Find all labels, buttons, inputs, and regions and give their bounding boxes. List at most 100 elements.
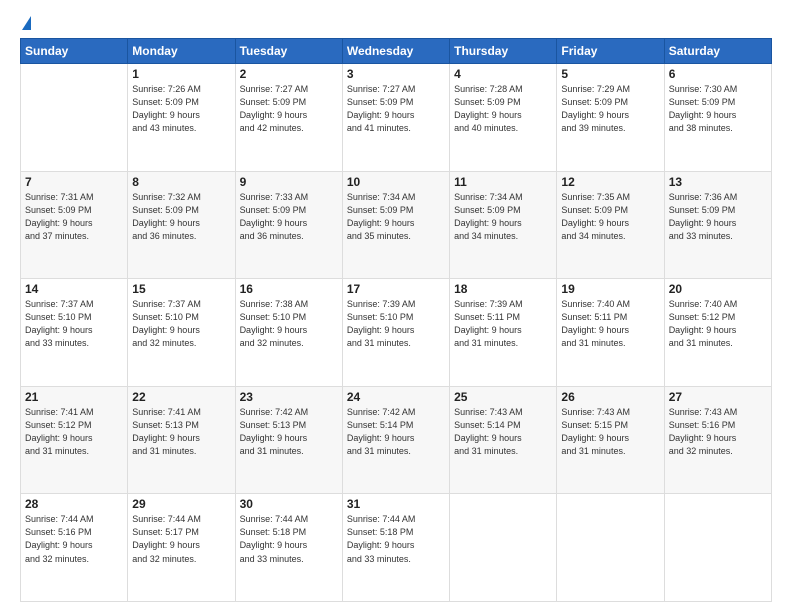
day-info: Sunrise: 7:29 AMSunset: 5:09 PMDaylight:… [561, 83, 659, 135]
day-cell: 11Sunrise: 7:34 AMSunset: 5:09 PMDayligh… [450, 171, 557, 279]
day-info: Sunrise: 7:44 AMSunset: 5:18 PMDaylight:… [240, 513, 338, 565]
day-cell [557, 494, 664, 602]
day-cell: 23 Sunrise: 7:42 AMSunset: 5:13 PMDayligh… [235, 386, 342, 494]
day-cell: 10 Sunrise: 7:34 AMSunset: 5:09 PMDayligh… [342, 171, 449, 279]
day-info: Sunrise: 7:34 AMSunset: 5:09 PMDaylight:… [347, 191, 445, 243]
day-cell: 8 Sunrise: 7:32 AMSunset: 5:09 PMDaylight… [128, 171, 235, 279]
day-cell: 21 Sunrise: 7:41 AMSunset: 5:12 PMDayligh… [21, 386, 128, 494]
day-cell: 9 Sunrise: 7:33 AMSunset: 5:09 PMDaylight… [235, 171, 342, 279]
day-cell: 13 Sunrise: 7:36 AMSunset: 5:09 PMDayligh… [664, 171, 771, 279]
day-number: 10 [347, 175, 445, 189]
day-number: 8 [132, 175, 230, 189]
day-cell: 31 Sunrise: 7:44 AMSunset: 5:18 PMDayligh… [342, 494, 449, 602]
day-number: 20 [669, 282, 767, 296]
day-info: Sunrise: 7:36 AMSunset: 5:09 PMDaylight:… [669, 191, 767, 243]
calendar-body: 1 Sunrise: 7:26 AMSunset: 5:09 PMDaylight… [21, 64, 772, 602]
day-cell: 4Sunrise: 7:28 AMSunset: 5:09 PMDaylight… [450, 64, 557, 172]
week-row-2: 7Sunrise: 7:31 AMSunset: 5:09 PMDaylight… [21, 171, 772, 279]
day-info: Sunrise: 7:44 AMSunset: 5:17 PMDaylight:… [132, 513, 230, 565]
day-cell [664, 494, 771, 602]
day-number: 1 [132, 67, 230, 81]
day-cell [21, 64, 128, 172]
day-info: Sunrise: 7:37 AMSunset: 5:10 PMDaylight:… [132, 298, 230, 350]
day-number: 9 [240, 175, 338, 189]
day-number: 2 [240, 67, 338, 81]
day-info: Sunrise: 7:42 AMSunset: 5:14 PMDaylight:… [347, 406, 445, 458]
weekday-header-thursday: Thursday [450, 39, 557, 64]
calendar-table: SundayMondayTuesdayWednesdayThursdayFrid… [20, 38, 772, 602]
day-cell: 19Sunrise: 7:40 AMSunset: 5:11 PMDayligh… [557, 279, 664, 387]
day-cell: 22Sunrise: 7:41 AMSunset: 5:13 PMDayligh… [128, 386, 235, 494]
day-number: 16 [240, 282, 338, 296]
day-cell: 1 Sunrise: 7:26 AMSunset: 5:09 PMDaylight… [128, 64, 235, 172]
day-number: 11 [454, 175, 552, 189]
day-cell: 6 Sunrise: 7:30 AMSunset: 5:09 PMDaylight… [664, 64, 771, 172]
logo-text [20, 18, 31, 30]
day-cell: 14 Sunrise: 7:37 AMSunset: 5:10 PMDayligh… [21, 279, 128, 387]
weekday-header-saturday: Saturday [664, 39, 771, 64]
day-number: 17 [347, 282, 445, 296]
day-cell: 2Sunrise: 7:27 AMSunset: 5:09 PMDaylight… [235, 64, 342, 172]
day-cell: 5 Sunrise: 7:29 AMSunset: 5:09 PMDaylight… [557, 64, 664, 172]
day-number: 28 [25, 497, 123, 511]
day-cell: 24 Sunrise: 7:42 AMSunset: 5:14 PMDayligh… [342, 386, 449, 494]
day-number: 26 [561, 390, 659, 404]
day-info: Sunrise: 7:38 AMSunset: 5:10 PMDaylight:… [240, 298, 338, 350]
day-number: 30 [240, 497, 338, 511]
day-info: Sunrise: 7:33 AMSunset: 5:09 PMDaylight:… [240, 191, 338, 243]
day-cell: 15Sunrise: 7:37 AMSunset: 5:10 PMDayligh… [128, 279, 235, 387]
day-cell: 7Sunrise: 7:31 AMSunset: 5:09 PMDaylight… [21, 171, 128, 279]
day-cell: 12Sunrise: 7:35 AMSunset: 5:09 PMDayligh… [557, 171, 664, 279]
day-number: 27 [669, 390, 767, 404]
week-row-1: 1 Sunrise: 7:26 AMSunset: 5:09 PMDaylight… [21, 64, 772, 172]
day-info: Sunrise: 7:43 AMSunset: 5:15 PMDaylight:… [561, 406, 659, 458]
day-info: Sunrise: 7:41 AMSunset: 5:12 PMDaylight:… [25, 406, 123, 458]
day-number: 29 [132, 497, 230, 511]
week-row-5: 28Sunrise: 7:44 AMSunset: 5:16 PMDayligh… [21, 494, 772, 602]
day-number: 18 [454, 282, 552, 296]
day-cell: 26 Sunrise: 7:43 AMSunset: 5:15 PMDayligh… [557, 386, 664, 494]
week-row-3: 14 Sunrise: 7:37 AMSunset: 5:10 PMDayligh… [21, 279, 772, 387]
day-cell: 28Sunrise: 7:44 AMSunset: 5:16 PMDayligh… [21, 494, 128, 602]
weekday-row: SundayMondayTuesdayWednesdayThursdayFrid… [21, 39, 772, 64]
day-info: Sunrise: 7:41 AMSunset: 5:13 PMDaylight:… [132, 406, 230, 458]
day-info: Sunrise: 7:44 AMSunset: 5:18 PMDaylight:… [347, 513, 445, 565]
day-info: Sunrise: 7:40 AMSunset: 5:12 PMDaylight:… [669, 298, 767, 350]
day-info: Sunrise: 7:43 AMSunset: 5:14 PMDaylight:… [454, 406, 552, 458]
day-info: Sunrise: 7:39 AMSunset: 5:10 PMDaylight:… [347, 298, 445, 350]
day-number: 25 [454, 390, 552, 404]
day-info: Sunrise: 7:37 AMSunset: 5:10 PMDaylight:… [25, 298, 123, 350]
day-info: Sunrise: 7:35 AMSunset: 5:09 PMDaylight:… [561, 191, 659, 243]
page: SundayMondayTuesdayWednesdayThursdayFrid… [0, 0, 792, 612]
day-info: Sunrise: 7:30 AMSunset: 5:09 PMDaylight:… [669, 83, 767, 135]
weekday-header-friday: Friday [557, 39, 664, 64]
day-info: Sunrise: 7:32 AMSunset: 5:09 PMDaylight:… [132, 191, 230, 243]
day-number: 23 [240, 390, 338, 404]
day-info: Sunrise: 7:39 AMSunset: 5:11 PMDaylight:… [454, 298, 552, 350]
calendar-header: SundayMondayTuesdayWednesdayThursdayFrid… [21, 39, 772, 64]
day-cell: 30 Sunrise: 7:44 AMSunset: 5:18 PMDayligh… [235, 494, 342, 602]
day-cell: 20 Sunrise: 7:40 AMSunset: 5:12 PMDayligh… [664, 279, 771, 387]
day-info: Sunrise: 7:26 AMSunset: 5:09 PMDaylight:… [132, 83, 230, 135]
day-info: Sunrise: 7:31 AMSunset: 5:09 PMDaylight:… [25, 191, 123, 243]
day-number: 19 [561, 282, 659, 296]
day-number: 14 [25, 282, 123, 296]
weekday-header-tuesday: Tuesday [235, 39, 342, 64]
day-cell: 27Sunrise: 7:43 AMSunset: 5:16 PMDayligh… [664, 386, 771, 494]
day-cell: 29 Sunrise: 7:44 AMSunset: 5:17 PMDayligh… [128, 494, 235, 602]
weekday-header-wednesday: Wednesday [342, 39, 449, 64]
day-number: 6 [669, 67, 767, 81]
day-number: 5 [561, 67, 659, 81]
weekday-header-sunday: Sunday [21, 39, 128, 64]
day-number: 31 [347, 497, 445, 511]
header [20, 18, 772, 30]
day-info: Sunrise: 7:42 AMSunset: 5:13 PMDaylight:… [240, 406, 338, 458]
day-number: 21 [25, 390, 123, 404]
day-cell: 16 Sunrise: 7:38 AMSunset: 5:10 PMDayligh… [235, 279, 342, 387]
logo [20, 18, 31, 30]
day-cell: 3Sunrise: 7:27 AMSunset: 5:09 PMDaylight… [342, 64, 449, 172]
day-number: 4 [454, 67, 552, 81]
day-number: 24 [347, 390, 445, 404]
day-number: 13 [669, 175, 767, 189]
day-cell: 17 Sunrise: 7:39 AMSunset: 5:10 PMDayligh… [342, 279, 449, 387]
